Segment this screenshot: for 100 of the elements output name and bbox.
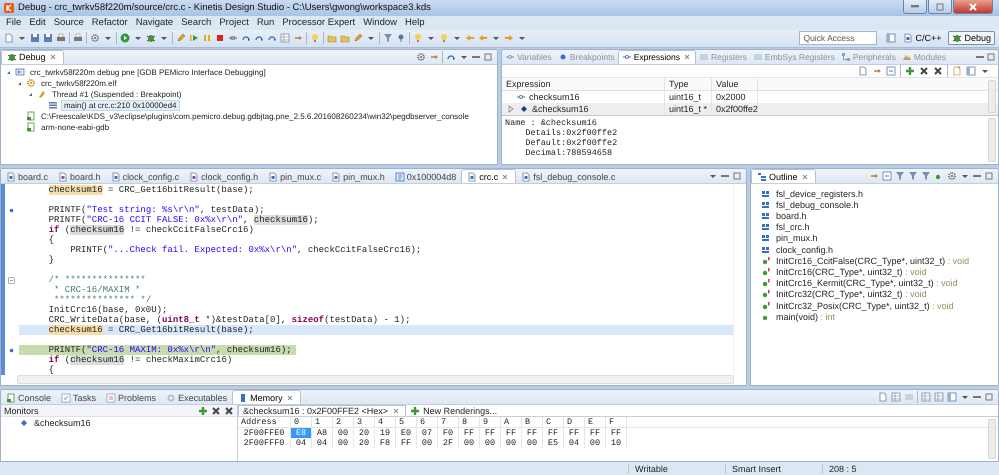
table-cell[interactable]: 00 [522, 438, 542, 448]
tree-item[interactable]: arm-none-eabi-gdb [39, 122, 112, 132]
menu-item[interactable]: File [2, 17, 26, 28]
tab[interactable]: Memory [232, 390, 301, 404]
menu-item[interactable]: Navigate [132, 17, 178, 28]
menu-item[interactable]: Search [177, 17, 216, 28]
tab[interactable]: clock_config.c [106, 170, 184, 184]
outline-item[interactable]: InitCrc16(CRC_Type*, uint32_t) : void [776, 266, 927, 277]
table-cell[interactable]: FF [564, 428, 584, 438]
tree-item[interactable]: main() at crc.c:210 0x10000ed4 [61, 100, 180, 111]
tab[interactable]: board.c [1, 170, 54, 184]
save-icon[interactable] [30, 33, 40, 44]
table-cell[interactable]: 20 [354, 438, 374, 448]
table-cell[interactable]: FF [458, 428, 480, 438]
collapse-all-icon[interactable] [8, 276, 15, 284]
breakpoint-icon[interactable] [8, 346, 15, 354]
minimize-icon[interactable] [721, 174, 729, 178]
column-header[interactable]: Value [712, 78, 758, 90]
tree-expanded-icon[interactable] [27, 90, 34, 98]
menu-item[interactable]: Window [359, 17, 401, 28]
perspective-button[interactable]: Debug [948, 31, 995, 46]
minimize-button[interactable] [903, 0, 927, 14]
tab[interactable]: board.h [53, 170, 106, 184]
filter-icon[interactable] [921, 171, 931, 182]
grid-icon[interactable] [934, 392, 944, 402]
printer-icon[interactable] [56, 33, 66, 44]
menu-item[interactable]: Help [401, 17, 429, 28]
table-cell[interactable]: 2F [438, 438, 458, 448]
cross-icon[interactable] [224, 406, 234, 416]
tree-item[interactable]: crc_twrkv58f220m.elf [39, 78, 119, 88]
printer-icon[interactable] [73, 33, 83, 44]
folder-icon[interactable] [340, 33, 350, 44]
column-header[interactable]: Type [665, 78, 712, 90]
table-cell[interactable]: 00 [458, 438, 480, 448]
outline-item[interactable]: InitCrc32_Posix(CRC_Type*, uint32_t) : void [776, 300, 954, 311]
bug-icon[interactable] [146, 33, 156, 44]
outline-item[interactable]: fsl_debug_console.h [776, 200, 859, 210]
gear-icon[interactable] [90, 33, 100, 44]
scrollbar[interactable] [17, 375, 734, 384]
collapse-all-icon[interactable] [886, 66, 896, 76]
scrollbar[interactable] [988, 80, 996, 113]
resume-icon[interactable] [189, 33, 199, 44]
close-icon[interactable] [500, 172, 510, 182]
tab[interactable]: fsl_debug_console.c [516, 170, 620, 184]
table-cell[interactable]: 00 [416, 438, 438, 448]
table-cell[interactable]: FF [606, 428, 626, 438]
document-icon[interactable] [858, 66, 868, 76]
outline-item[interactable]: board.h [776, 211, 807, 222]
perspective-icon[interactable] [886, 33, 896, 44]
maximize-icon[interactable] [984, 171, 994, 182]
cross-icon[interactable] [919, 66, 929, 76]
tab[interactable]: crc.c [461, 169, 516, 184]
breakpoint-icon[interactable] [8, 206, 15, 214]
table-row[interactable]: &checksum16 uint16_t * 0x2f00ffe2 [502, 102, 998, 115]
tab[interactable]: Problems [101, 391, 162, 404]
table-cell[interactable]: E5 [542, 438, 564, 448]
quick-access-field[interactable]: Quick Access [799, 31, 878, 46]
minimize-icon[interactable] [976, 56, 984, 58]
table-cell[interactable]: FF [396, 438, 416, 448]
gear-icon[interactable] [947, 171, 957, 182]
tab[interactable]: &checksum16 : 0x2F00FFE2 <Hex> [238, 405, 406, 416]
monitor-item[interactable]: &checksum16 [32, 418, 93, 428]
bulb-icon[interactable] [439, 33, 449, 44]
menu-item[interactable]: Processor Expert [278, 17, 360, 28]
tab[interactable]: Outline [751, 169, 816, 184]
perspective-button[interactable]: C/C++ [899, 31, 946, 46]
document-icon[interactable] [4, 33, 14, 44]
table-cell[interactable]: 04 [312, 438, 332, 448]
tab[interactable]: clock_config.h [184, 170, 264, 184]
collapse-all-icon[interactable] [882, 171, 892, 182]
minimize-icon[interactable] [973, 174, 981, 178]
table-cell[interactable]: F0 [438, 428, 458, 438]
table-cell[interactable]: FF [522, 428, 542, 438]
table-cell[interactable]: FF [542, 428, 564, 438]
filter-icon[interactable] [383, 33, 393, 44]
tree-expanded-icon[interactable] [16, 80, 23, 87]
folder-icon[interactable] [327, 33, 337, 44]
bulb-icon[interactable] [310, 33, 320, 44]
scrollbar[interactable] [988, 118, 996, 162]
table-cell[interactable]: 10 [606, 438, 626, 448]
maximize-icon[interactable] [483, 52, 493, 62]
outline-item[interactable]: main(void) : int [776, 312, 836, 322]
tree-item[interactable]: C:\Freescale\KDS_v3\eclipse\plugins\com.pemicro.debug.gdbjtag.pne_2.5.6.201608260234\win32\pegdbserver_console [39, 112, 471, 121]
grid-icon[interactable] [921, 392, 931, 402]
table-cell[interactable]: A8 [312, 428, 332, 438]
outline-item[interactable]: fsl_crc.h [776, 222, 810, 232]
tab[interactable]: pin_mux.c [263, 170, 326, 184]
bulb-icon[interactable] [413, 33, 423, 44]
close-icon[interactable] [800, 172, 810, 182]
pencil-icon[interactable] [353, 33, 363, 44]
outline-item[interactable]: fsl_device_registers.h [776, 188, 864, 199]
gear-icon[interactable] [416, 52, 426, 62]
save-icon[interactable] [43, 33, 53, 44]
table-cell[interactable]: 00 [500, 438, 522, 448]
table-cell[interactable]: 20 [354, 428, 374, 438]
table-cell[interactable]: 00 [332, 438, 354, 448]
outline-item[interactable]: InitCrc16_CcitFalse(CRC_Type*, uint32_t) : void [776, 256, 970, 266]
tree-item[interactable]: crc_twrkv58f220m debug pne [GDB PEMicro Interface Debugging] [28, 68, 268, 77]
tab[interactable]: 0x100004d8 [390, 170, 462, 184]
menu-item[interactable]: Project [215, 17, 253, 28]
